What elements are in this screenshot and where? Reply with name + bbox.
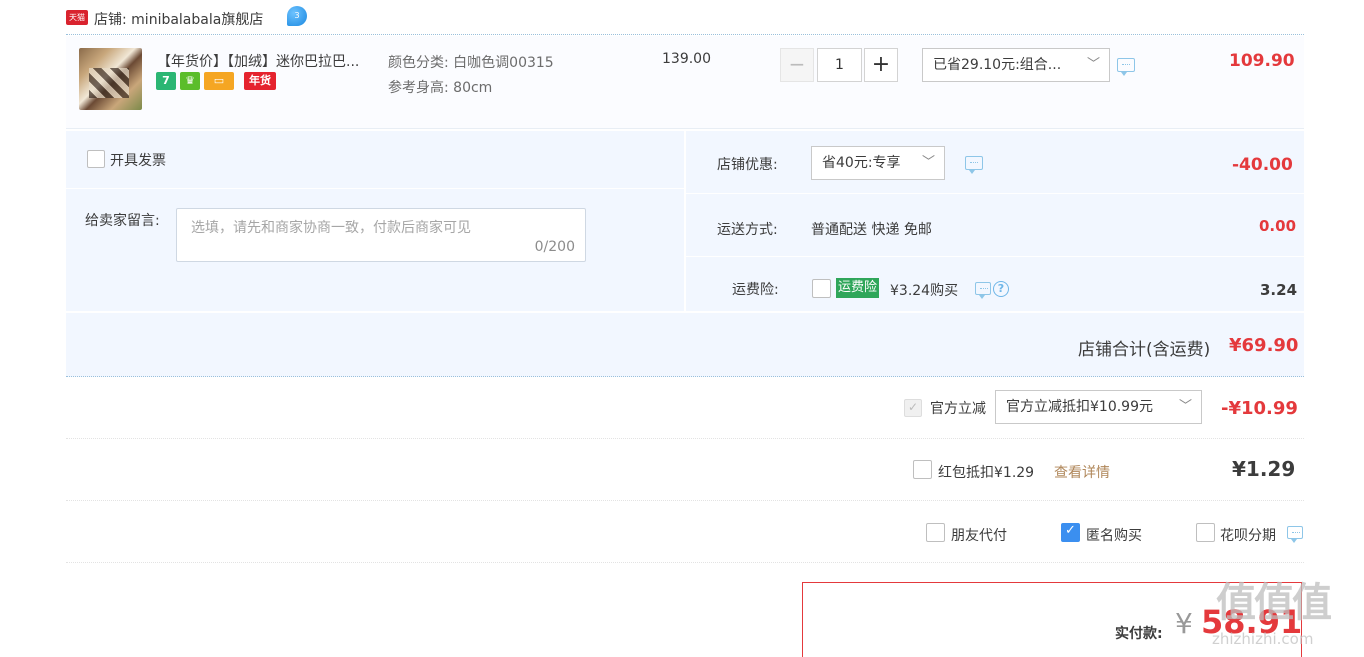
- red-packet-details-link[interactable]: 查看详情: [1054, 462, 1110, 482]
- freight-insurance-label: 运费险:: [732, 282, 779, 298]
- product-badges: 7 ♛ ▭ 年货: [156, 72, 276, 92]
- official-discount-value: 官方立减抵扣¥10.99元: [1006, 399, 1153, 415]
- shop-total-row: 店铺合计(含运费) ¥69.90: [66, 313, 1304, 377]
- shipping-label: 运送方式:: [717, 222, 778, 238]
- shop-total-amount: ¥69.90: [1229, 335, 1299, 356]
- watermark-logo: 值值值: [1216, 580, 1332, 626]
- pay-label: 实付款:: [1115, 626, 1163, 642]
- sku-height: 参考身高: 80cm: [388, 80, 493, 96]
- invoice-checkbox[interactable]: [87, 150, 105, 168]
- official-discount-amount: -¥10.99: [1221, 398, 1298, 419]
- new-year-goods-badge: 年货: [244, 72, 276, 90]
- item-promotion-value: 已省29.10元:组合...: [933, 57, 1062, 73]
- shop-discount-select[interactable]: 省40元:专享 ﹀: [811, 146, 945, 180]
- red-packet-checkbox[interactable]: [913, 460, 932, 479]
- huabei-installment-checkbox[interactable]: [1196, 523, 1215, 542]
- official-discount-label: 官方立减: [930, 401, 986, 417]
- guarantee-icon: ♛: [180, 72, 200, 90]
- message-label: 给卖家留言:: [85, 213, 160, 229]
- watermark-url: zhizhizhi.com: [1212, 630, 1314, 648]
- pay-currency: ¥: [1175, 607, 1193, 640]
- official-discount-checkbox[interactable]: [904, 399, 922, 417]
- huabei-installment-label: 花呗分期: [1220, 528, 1276, 544]
- shop-header: 天猫 店铺: minibalabala旗舰店 3: [66, 0, 1304, 35]
- order-extras-panel: 开具发票 给卖家留言: 选填，请先和商家协商一致，付款后商家可见 0/200: [66, 131, 684, 311]
- message-char-counter: 0/200: [534, 239, 575, 255]
- red-packet-label: 红包抵扣¥1.29: [938, 465, 1035, 481]
- item-promotion-select[interactable]: 已省29.10元:组合... ﹀: [922, 48, 1110, 82]
- shop-name[interactable]: 店铺: minibalabala旗舰店: [94, 9, 263, 29]
- chat-bubble-icon[interactable]: [1287, 526, 1303, 543]
- chat-bubble-icon[interactable]: [965, 156, 983, 174]
- order-item-row: 【年货价】【加绒】迷你巴拉巴... 7 ♛ ▭ 年货 颜色分类: 白咖色调003…: [66, 36, 1304, 129]
- wangwang-chat-icon[interactable]: 3: [287, 6, 307, 26]
- shop-total-label: 店铺合计(含运费): [1078, 340, 1211, 360]
- sku-color: 颜色分类: 白咖色调00315: [388, 55, 554, 71]
- red-packet-amount: ¥1.29: [1232, 457, 1296, 481]
- chat-bubble-icon[interactable]: [1117, 58, 1135, 76]
- message-textarea[interactable]: 选填，请先和商家协商一致，付款后商家可见 0/200: [176, 208, 586, 262]
- message-placeholder: 选填，请先和商家协商一致，付款后商家可见: [191, 220, 471, 236]
- invoice-label: 开具发票: [110, 153, 166, 169]
- anonymous-purchase-label: 匿名购买: [1086, 528, 1142, 544]
- quantity-decrease-button[interactable]: −: [780, 48, 814, 82]
- freight-insurance-amount: 3.24: [1260, 281, 1298, 299]
- chevron-down-icon: ﹀: [1086, 57, 1100, 72]
- friend-pay-checkbox[interactable]: [926, 523, 945, 542]
- product-title[interactable]: 【年货价】【加绒】迷你巴拉巴...: [157, 51, 359, 71]
- chat-bubble-icon[interactable]: [975, 282, 991, 299]
- shop-discount-amount: -40.00: [1232, 155, 1293, 175]
- friend-pay-label: 朋友代付: [951, 528, 1007, 544]
- anonymous-purchase-checkbox[interactable]: [1061, 523, 1080, 542]
- quantity-increase-button[interactable]: +: [864, 48, 898, 82]
- order-fees-panel: 店铺优惠: 省40元:专享 ﹀ -40.00 运送方式: 普通配送 快递 免邮 …: [686, 131, 1304, 311]
- tmall-badge-icon: 天猫: [66, 10, 88, 25]
- shop-discount-label: 店铺优惠:: [717, 157, 778, 173]
- shop-discount-value: 省40元:专享: [822, 155, 901, 171]
- official-discount-select[interactable]: 官方立减抵扣¥10.99元 ﹀: [995, 390, 1202, 424]
- seven-day-return-icon: 7: [156, 72, 176, 90]
- unit-price: 139.00: [662, 51, 711, 67]
- product-thumbnail[interactable]: [79, 48, 142, 110]
- item-total-price: 109.90: [1229, 51, 1295, 71]
- freight-insurance-checkbox[interactable]: [812, 279, 831, 298]
- question-circle-icon[interactable]: ?: [993, 281, 1009, 297]
- quantity-input[interactable]: 1: [817, 48, 862, 82]
- chevron-down-icon: ﹀: [921, 155, 935, 170]
- freight-insurance-tag: 运费险: [836, 278, 880, 298]
- shipping-method: 普通配送 快递 免邮: [811, 222, 932, 238]
- shipping-amount: 0.00: [1259, 217, 1297, 235]
- freight-insurance-price: ¥3.24购买: [890, 283, 959, 299]
- chevron-down-icon: ﹀: [1178, 399, 1192, 414]
- credit-card-icon: ▭: [204, 72, 234, 90]
